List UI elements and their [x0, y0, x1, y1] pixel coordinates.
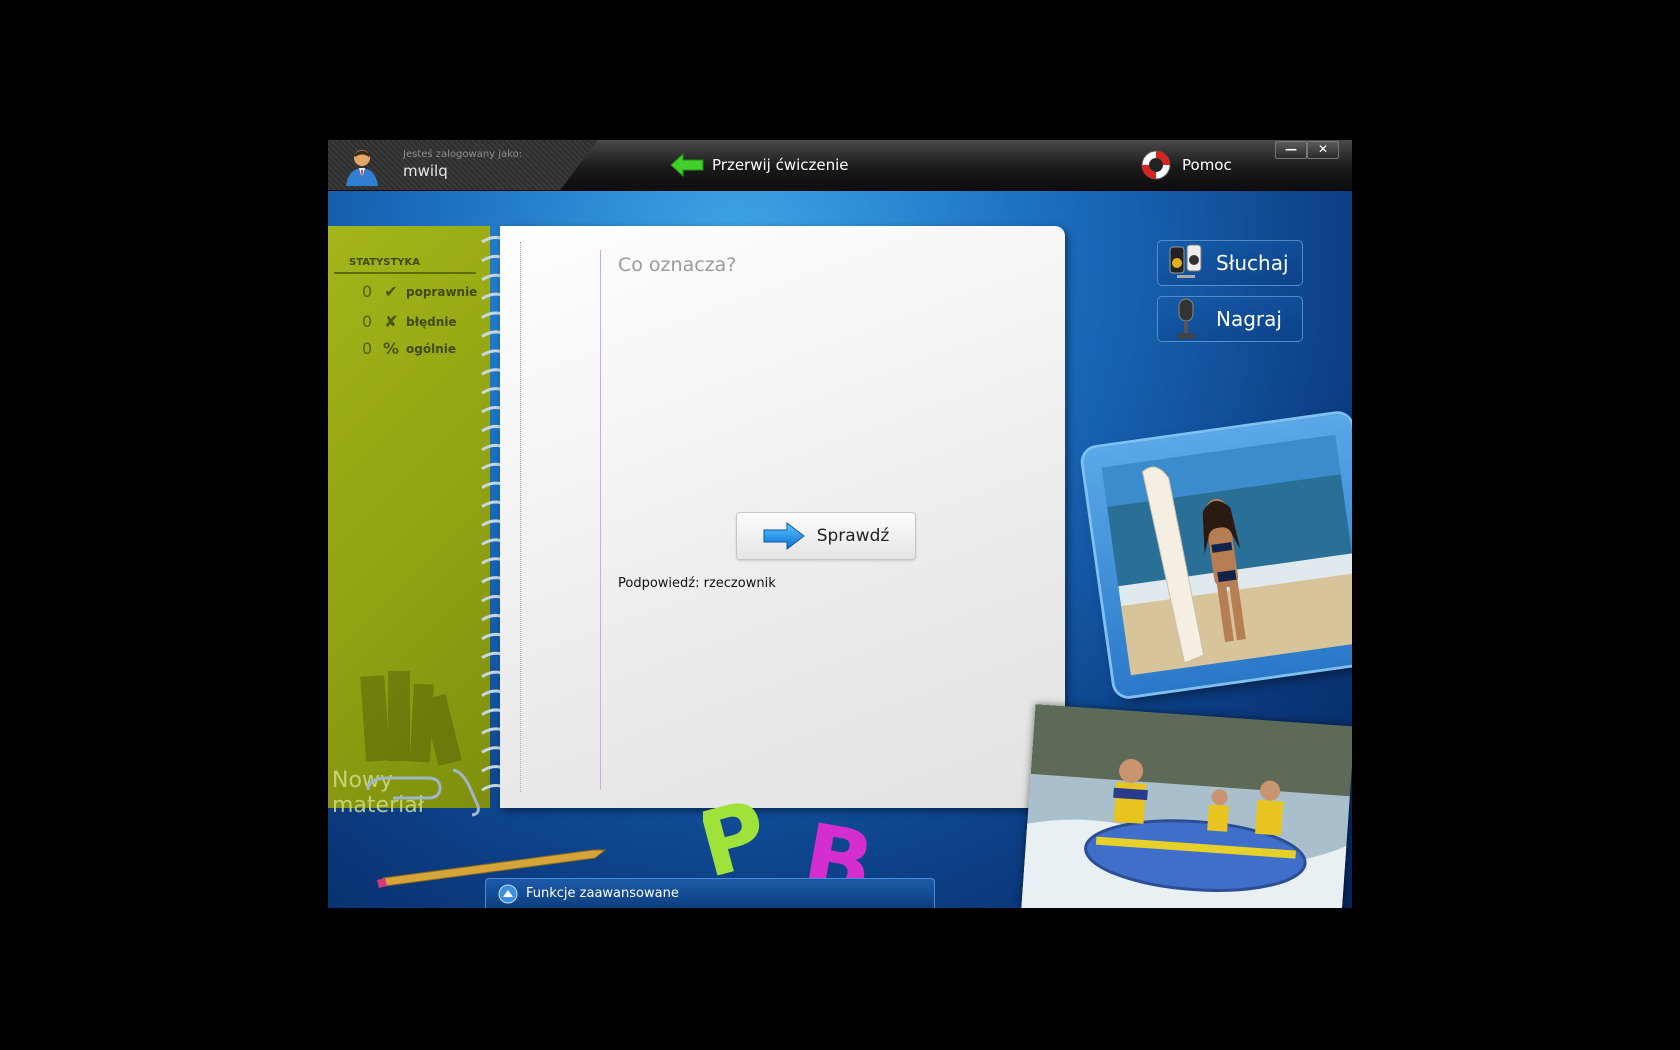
interrupt-exercise-label: Przerwij ćwiczenie	[712, 156, 849, 174]
help-label: Pomoc	[1182, 156, 1232, 174]
user-panel: Jesteś zalogowany jako: mwilq	[328, 140, 598, 190]
check-button[interactable]: Sprawdź	[736, 512, 916, 560]
question-text: Co oznacza?	[618, 254, 737, 276]
record-label: Nagraj	[1216, 307, 1282, 331]
beach-photo	[1081, 412, 1352, 698]
advanced-functions-bar[interactable]: Funkcje zaawansowane	[485, 878, 935, 908]
speaker-icon	[1169, 244, 1202, 278]
listen-label: Słuchaj	[1216, 251, 1289, 275]
microphone-icon	[1176, 298, 1196, 339]
stats-divider	[334, 272, 476, 274]
stat-overall-label: ogólnie	[406, 341, 456, 356]
app-window: Jesteś zalogowany jako: mwilq Przerwij ć…	[328, 140, 1352, 908]
cross-icon: ✘	[384, 312, 398, 331]
arrow-left-icon	[670, 153, 704, 177]
stats-sidebar: STATYSTYKA 0 ✔ poprawnie 0 ✘ błędnie 0 %…	[328, 226, 490, 818]
expand-up-icon	[498, 884, 518, 903]
check-icon: ✔	[384, 282, 398, 301]
stat-wrong-value: 0	[362, 312, 373, 331]
check-label: Sprawdź	[816, 526, 890, 546]
minimize-button[interactable]: —	[1275, 141, 1307, 159]
books-icon	[360, 671, 462, 766]
stat-overall-row: 0 % ogólnie	[362, 339, 456, 358]
arrow-right-icon	[763, 522, 805, 550]
stat-correct-row: 0 ✔ poprawnie	[362, 282, 477, 301]
stat-correct-label: poprawnie	[406, 284, 478, 299]
logged-in-label: Jesteś zalogowany jako:	[403, 149, 523, 160]
stats-title: STATYSTYKA	[349, 257, 421, 268]
advanced-functions-label: Funkcje zaawansowane	[526, 886, 679, 901]
notebook-page: Co oznacza? Sprawdź Podpowiedź: rzeczown…	[500, 226, 1065, 808]
help-button[interactable]: Pomoc	[1140, 148, 1232, 182]
page-margin-line	[600, 250, 601, 790]
stat-wrong-label: błędnie	[406, 314, 457, 329]
paperclips-icon	[366, 768, 480, 817]
record-button[interactable]: Nagraj	[1157, 296, 1303, 342]
hint-text: Podpowiedź: rzeczownik	[618, 576, 776, 591]
rafting-photo	[1021, 704, 1352, 908]
username: mwilq	[403, 162, 448, 180]
stat-correct-value: 0	[362, 282, 373, 301]
beach-photo-image	[1101, 434, 1352, 676]
user-avatar-icon	[346, 150, 378, 186]
interrupt-exercise-button[interactable]: Przerwij ćwiczenie	[670, 150, 849, 180]
listen-button[interactable]: Słuchaj	[1157, 240, 1303, 286]
percent-icon: %	[382, 339, 400, 358]
stat-wrong-row: 0 ✘ błędnie	[362, 312, 457, 331]
page-perforation	[520, 242, 521, 792]
lifebuoy-icon	[1141, 150, 1171, 180]
stat-overall-value: 0	[362, 339, 373, 358]
rafting-photo-image	[1021, 704, 1352, 908]
close-button[interactable]: ✕	[1307, 141, 1339, 159]
title-bar: Jesteś zalogowany jako: mwilq Przerwij ć…	[328, 140, 1352, 191]
